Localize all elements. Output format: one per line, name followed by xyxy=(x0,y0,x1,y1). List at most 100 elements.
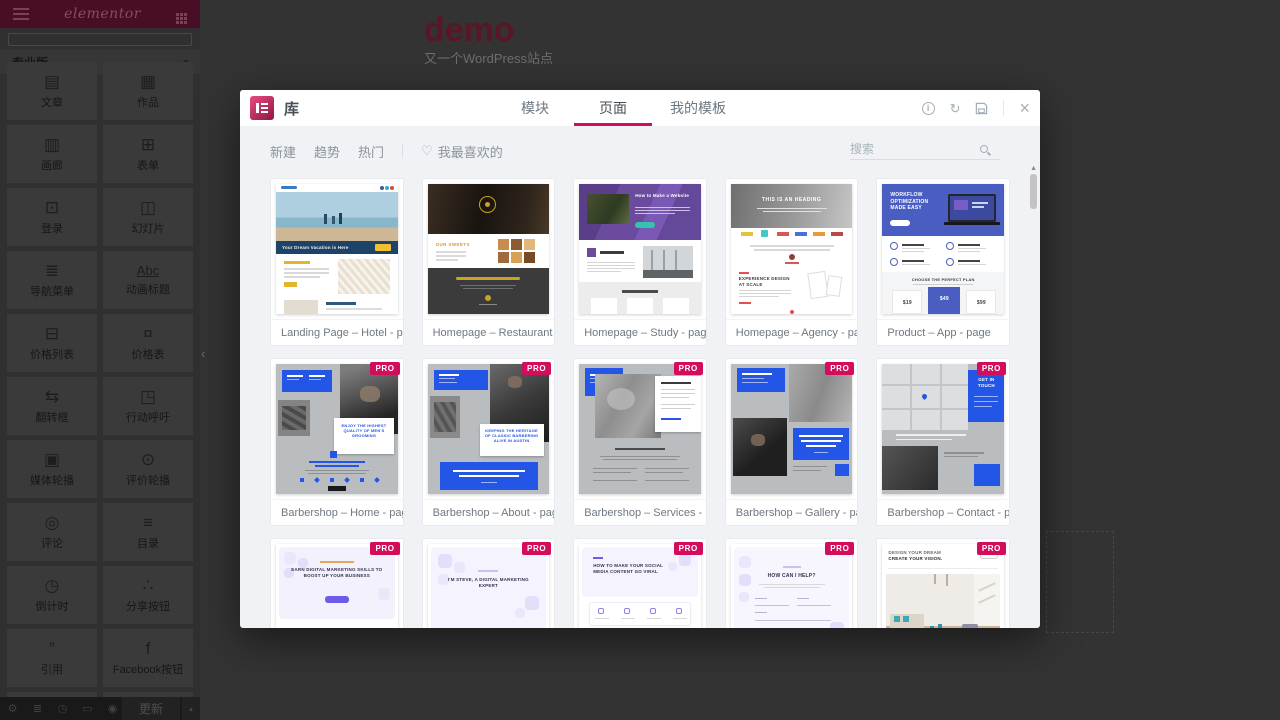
widget-testimonial-carousel[interactable]: ⊙评价轮播 xyxy=(103,440,193,498)
template-card: PRO DESIGN YOUR DREAM CREATE YOUR VISION… xyxy=(876,538,1010,628)
social-viral-preview: HOW TO MAKE YOUR SOCIAL MEDIA CONTENT GO… xyxy=(579,544,701,628)
template-card: WORKFLOW OPTIMIZATION MADE EASY xyxy=(876,178,1010,346)
thumb-heading: OUR SWEETS xyxy=(436,242,470,248)
template-thumbnail[interactable]: WORKFLOW OPTIMIZATION MADE EASY xyxy=(877,179,1009,319)
price-list-icon: ⊟ xyxy=(45,325,59,342)
panel-collapse-arrow[interactable]: ‹ xyxy=(201,346,205,361)
library-header-actions: i ↻ × xyxy=(922,90,1030,126)
widget-countdown[interactable]: ◷倒计时 xyxy=(7,566,97,624)
template-thumbnail[interactable]: How to Make a Website xyxy=(574,179,706,319)
template-card: OUR SWEETS xyxy=(422,178,556,346)
template-thumbnail[interactable]: PRO GET IN TOUCH xyxy=(877,359,1009,499)
template-thumbnail[interactable]: PRO I'M STEVE, A DIGITAL MARKETING EXPER… xyxy=(423,539,555,628)
template-title: Barbershop – Services - page xyxy=(574,499,706,525)
library-header: 库 模块 页面 我的模板 i ↻ × xyxy=(240,90,1040,126)
bw-photo xyxy=(278,400,310,436)
scrollbar-thumb[interactable] xyxy=(1030,174,1037,209)
site-tagline: 又一个WordPress站点 xyxy=(424,48,553,67)
thumb-heading-1: DESIGN YOUR DREAM xyxy=(888,550,941,556)
widget-animated-headline[interactable]: Abc动画标题 xyxy=(103,251,193,309)
template-title: Homepage – Agency - page xyxy=(726,319,858,345)
tab-my-templates[interactable]: 我的模板 xyxy=(652,90,744,126)
widgets-grid-icon[interactable] xyxy=(176,13,179,16)
widget-login[interactable]: ⊡登录 xyxy=(7,188,97,246)
thumb-heading: THIS IS AN HEADING xyxy=(731,197,853,204)
widget-gallery[interactable]: ▥画廊 xyxy=(7,125,97,183)
tab-pages[interactable]: 页面 xyxy=(574,90,652,126)
widget-slides[interactable]: ◫幻灯片 xyxy=(103,188,193,246)
widget-call-to-action[interactable]: ◳行动呼吁 xyxy=(103,377,193,435)
widget-posts[interactable]: ▤文章 xyxy=(7,62,97,120)
info-icon[interactable]: i xyxy=(922,102,935,115)
sync-icon[interactable]: ↻ xyxy=(950,102,961,115)
template-card: THIS IS AN HEADING xyxy=(725,178,859,346)
thumb-heading: ENJOY THE HIGHEST QUALITY OF MEN'S GROOM… xyxy=(338,423,390,439)
posts-icon: ▤ xyxy=(44,73,60,90)
thumb-heading: WORKFLOW OPTIMIZATION MADE EASY xyxy=(890,192,944,212)
responsive-mode-icon[interactable]: ▭ xyxy=(75,702,100,715)
add-section-area[interactable] xyxy=(1046,531,1114,633)
hero-photo xyxy=(587,194,629,224)
widget-price-table[interactable]: ¤价格表 xyxy=(103,314,193,372)
template-thumbnail[interactable]: PRO xyxy=(271,359,403,499)
pro-badge: PRO xyxy=(370,362,399,375)
widget-form[interactable]: ⊞表单 xyxy=(103,125,193,183)
library-title: 库 xyxy=(284,98,299,119)
thumb-heading: GET IN TOUCH xyxy=(972,377,1000,389)
call-to-action-icon: ◳ xyxy=(140,388,156,405)
template-thumbnail[interactable]: Your Dream Vacation is Here xyxy=(271,179,403,319)
widget-list: ▤文章 ▦作品 ▥画廊 ⊞表单 ⊡登录 ◫幻灯片 ≣导航菜单 Abc动画标题 ⊟… xyxy=(0,62,200,697)
blurred-photo xyxy=(595,374,661,438)
template-title: Barbershop – Home - page xyxy=(271,499,403,525)
widget-portfolio[interactable]: ▦作品 xyxy=(103,62,193,120)
widget-search-input[interactable] xyxy=(8,33,192,46)
elementor-logo: elementor xyxy=(64,6,141,22)
template-thumbnail[interactable]: PRO DESIGN YOUR DREAM CREATE YOUR VISION… xyxy=(877,539,1009,628)
template-thumbnail[interactable]: PRO HOW TO MAKE YOUR SOCIAL MEDIA CONTEN… xyxy=(574,539,706,628)
template-thumbnail[interactable]: PRO KEEPI xyxy=(423,359,555,499)
sort-new[interactable]: 新建 xyxy=(270,142,296,161)
tab-blocks[interactable]: 模块 xyxy=(496,90,574,126)
widget-reviews[interactable]: ◎评论 xyxy=(7,503,97,561)
template-thumbnail[interactable]: PRO xyxy=(726,359,858,499)
template-card: How to Make a Website xyxy=(573,178,707,346)
widget-price-list[interactable]: ⊟价格列表 xyxy=(7,314,97,372)
template-thumbnail[interactable]: THIS IS AN HEADING xyxy=(726,179,858,319)
template-card: PRO GET IN TOUCH xyxy=(876,358,1010,526)
update-button[interactable]: 更新 xyxy=(122,697,180,720)
slides-icon: ◫ xyxy=(140,199,156,216)
nav-menu-icon: ≣ xyxy=(45,262,59,279)
navigator-icon[interactable]: ≣ xyxy=(25,702,50,715)
sort-trend[interactable]: 趋势 xyxy=(314,142,340,161)
widget-blockquote[interactable]: ”引用 xyxy=(7,629,97,687)
hotel-landing-preview: Your Dream Vacation is Here xyxy=(276,184,398,314)
history-icon[interactable]: ◷ xyxy=(50,702,75,715)
my-favorites-filter[interactable]: ♡ 我最喜欢的 xyxy=(421,142,503,161)
widget-media-carousel[interactable]: ▣媒体轮播 xyxy=(7,440,97,498)
update-options-caret[interactable]: ▴ xyxy=(181,697,200,720)
widget-facebook-button[interactable]: fFacebook按钮 xyxy=(103,629,193,687)
sort-popular[interactable]: 热门 xyxy=(358,142,384,161)
widget-share-buttons[interactable]: ∴分享按钮 xyxy=(103,566,193,624)
scroll-up-arrow[interactable]: ▲ xyxy=(1030,165,1037,172)
search-input[interactable] xyxy=(850,142,980,156)
settings-icon[interactable]: ⚙ xyxy=(0,702,25,715)
template-thumbnail[interactable]: OUR SWEETS xyxy=(423,179,555,319)
widget-table-of-contents[interactable]: ≡目录 xyxy=(103,503,193,561)
hamburger-menu-icon[interactable] xyxy=(13,13,29,15)
widget-flip-box[interactable]: ⇆翻转框 xyxy=(7,377,97,435)
template-thumbnail[interactable]: PRO xyxy=(574,359,706,499)
agency-preview: THIS IS AN HEADING xyxy=(731,184,853,314)
plan-heading: CHOOSE THE PERFECT PLAN xyxy=(882,277,1004,282)
template-thumbnail[interactable]: PRO EARN DIGITAL MARKETING SKILLS TO BOO… xyxy=(271,539,403,628)
template-thumbnail[interactable]: PRO HOW CAN I HELP? xyxy=(726,539,858,628)
close-icon[interactable]: × xyxy=(1019,98,1030,119)
thumb-heading: EARN DIGITAL MARKETING SKILLS TO BOOST U… xyxy=(291,567,383,579)
panel-header: elementor xyxy=(0,0,200,28)
save-icon[interactable] xyxy=(975,102,988,115)
barbershop-about-preview: KEEPING THE HERITAGE OF CLASSIC BARBERIN… xyxy=(428,364,550,494)
barbershop-contact-preview: GET IN TOUCH xyxy=(882,364,1004,494)
widget-nav-menu[interactable]: ≣导航菜单 xyxy=(7,251,97,309)
template-title: Homepage – Restaurant - page xyxy=(423,319,555,345)
elementor-library-logo-icon xyxy=(250,96,274,120)
